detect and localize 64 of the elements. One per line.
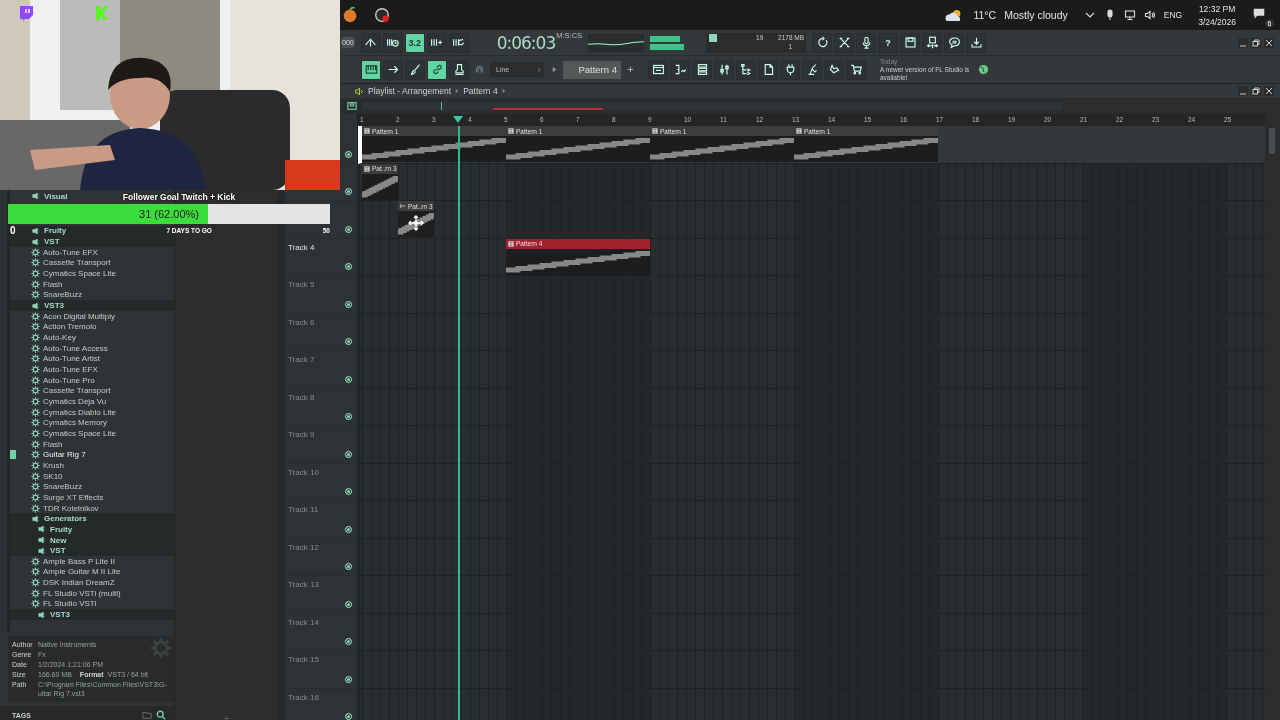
goal-start-value: 0	[10, 224, 16, 236]
goal-title: Follower Goal Twitch + Kick	[122, 191, 236, 204]
plugin-item[interactable]: DSK Indian DreamZ	[43, 578, 115, 588]
plugin-item[interactable]: Ample Guitar M II Lite	[43, 567, 121, 577]
track-name[interactable]: Track 14	[288, 617, 319, 627]
plugin-item[interactable]: Cassette Transport	[43, 386, 111, 396]
track-name[interactable]: Track 12	[288, 542, 319, 552]
song-time[interactable]: 0:06:03	[496, 31, 556, 54]
track-name[interactable]: Track 11	[288, 505, 319, 514]
plugin-item[interactable]: Acon Digital Multiply	[43, 311, 116, 321]
goal-progress-text: 31 (62.00%)	[138, 207, 200, 222]
plugin-item[interactable]: Auto-Tune EFX	[43, 247, 98, 257]
track-name[interactable]: Track 10	[288, 467, 319, 477]
track-name[interactable]: Track 16	[288, 692, 319, 702]
plugin-item[interactable]: SnareBuzz	[43, 482, 83, 492]
plugin-item[interactable]: TDR Kotelnikov	[43, 503, 99, 513]
help-button[interactable]: ?	[878, 32, 899, 53]
track-name[interactable]: Track 5	[288, 280, 315, 289]
plugin-item[interactable]: Flash	[43, 279, 63, 289]
track-name[interactable]: Track 9	[288, 430, 315, 439]
plugin-item[interactable]: Cymatics Deja Vu	[43, 397, 107, 406]
plugin-item[interactable]: Cymatics Memory	[43, 418, 107, 428]
folder-item[interactable]: VST3	[44, 301, 64, 311]
track-name[interactable]: Track 13	[288, 580, 319, 589]
weather-temperature: 11°C	[973, 9, 997, 21]
plugin-item[interactable]: Auto-Tune Access	[43, 343, 108, 353]
plugin-item[interactable]: Auto-Tune Pro	[43, 375, 95, 385]
plugin-item[interactable]: FL Studio VSTi	[43, 599, 97, 609]
plugin-item[interactable]: SnareBuzz	[43, 290, 83, 300]
plugin-item[interactable]: Auto-Tune Artist	[43, 354, 101, 364]
folder-item[interactable]: Fruity	[50, 524, 73, 534]
folder-item[interactable]: New	[50, 535, 67, 545]
language-indicator[interactable]: ENG	[1163, 10, 1183, 20]
clock-date[interactable]: 3/24/2026	[1198, 16, 1236, 27]
folder-item[interactable]: VST3	[50, 610, 70, 620]
track-name[interactable]: Track 6	[288, 317, 315, 327]
plugin-item[interactable]: Flash	[43, 439, 63, 449]
plugin-item[interactable]: Cassette Transport	[43, 258, 111, 268]
plugin-item[interactable]: Cymatics Diablo Lite	[43, 407, 116, 417]
plugin-item[interactable]: Cymatics Space Lite	[43, 269, 116, 279]
track-name[interactable]: Track 4	[288, 242, 315, 252]
plugin-item[interactable]: SK10	[43, 471, 63, 481]
track-name[interactable]: Track 15	[288, 655, 319, 664]
track-name[interactable]: Track 8	[288, 392, 315, 402]
toolbar-button[interactable]: 3.2	[404, 32, 425, 53]
window-title: Playlist - Arrangement	[368, 86, 452, 96]
folder-item[interactable]: Visual	[44, 191, 68, 201]
clock-time[interactable]: 12:32 PM	[1198, 3, 1236, 14]
plugin-item[interactable]: FL Studio VSTi (multi)	[43, 588, 121, 598]
plugin-item[interactable]: Surge XT Effects	[43, 492, 104, 502]
plugin-item[interactable]: Krush	[43, 460, 64, 470]
track-name[interactable]: Track 7	[288, 355, 315, 364]
plugin-item[interactable]: Cymatics Space Lite	[43, 428, 116, 438]
weather-condition: Mostly cloudy	[1004, 9, 1068, 21]
pattern-selector[interactable]: Pattern 4	[563, 60, 621, 79]
plugin-item[interactable]: Auto-Key	[43, 333, 76, 343]
folder-item[interactable]: VST	[44, 237, 60, 247]
folder-item[interactable]: VST	[50, 546, 66, 556]
plugin-item[interactable]: Guitar Rig 7	[43, 450, 86, 460]
plugin-item[interactable]: Auto-Tune EFX	[43, 365, 98, 374]
plugin-item[interactable]: Action Tremolo	[43, 322, 97, 332]
breadcrumb-pattern[interactable]: Pattern 4	[463, 86, 498, 96]
plugin-item[interactable]: Ample Bass P Lite II	[43, 556, 115, 566]
folder-item[interactable]: Fruity	[44, 226, 67, 236]
